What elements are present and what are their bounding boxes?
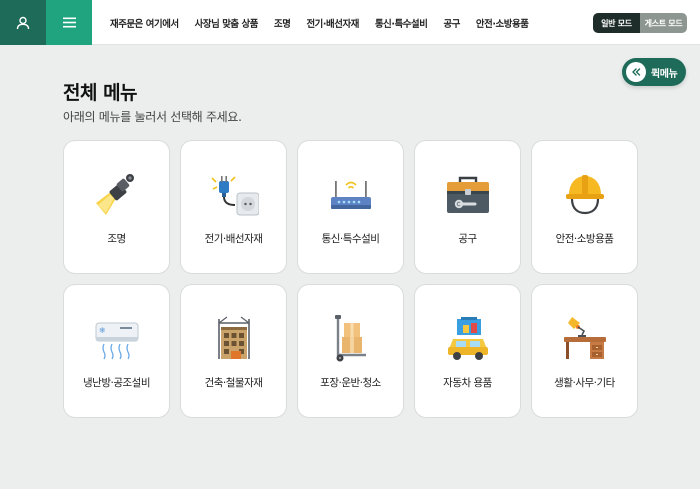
category-nav: 재주문은 여기에서 사장님 맞춤 상품 조명 전기·배선자재 통신·특수설비 공… [102,0,536,45]
desk-lamp-icon [564,317,606,359]
quick-menu-label: 퀵메뉴 [651,68,678,80]
toolbox-icon [447,176,489,213]
category-label: 조명 [107,233,126,245]
page-title: 전체 메뉴 [63,82,138,104]
chevron-double-left-icon [632,68,641,76]
svg-text:❄: ❄ [99,326,106,335]
category-label: 공구 [458,233,477,245]
quick-menu-icon-circle [626,62,646,82]
quick-menu-button[interactable]: 퀵메뉴 [622,58,686,86]
nav-item-tools[interactable]: 공구 [443,16,460,30]
category-card-electrical[interactable]: 전기·배선자재 [180,140,287,274]
category-card-office[interactable]: 생활·사무·기타 [531,284,638,418]
category-card-lighting[interactable]: 조명 [63,140,170,274]
category-label: 생활·사무·기타 [554,377,615,389]
nav-item-recommended[interactable]: 사장님 맞춤 상품 [195,16,259,30]
spotlight-icon [96,174,134,215]
category-label: 통신·특수설비 [321,233,380,245]
category-card-construction[interactable]: 건축·철물자재 [180,284,287,418]
category-card-telecom[interactable]: 통신·특수설비 [297,140,404,274]
nav-item-reorder[interactable]: 재주문은 여기에서 [110,16,179,30]
user-icon [16,16,30,29]
category-card-automotive[interactable]: 자동차 용품 [414,284,521,418]
user-button[interactable] [0,0,46,45]
air-conditioner-icon: ❄ [95,322,139,360]
nav-item-safety[interactable]: 안전·소방용품 [476,16,529,30]
normal-mode-button[interactable]: 일반 모드 [593,13,640,33]
category-card-packing[interactable]: 포장·운반·청소 [297,284,404,418]
category-card-safety[interactable]: 안전·소방용품 [531,140,638,274]
category-label: 전기·배선자재 [204,233,263,245]
category-label: 건축·철물자재 [204,377,263,389]
plug-outlet-icon [211,176,259,216]
category-label: 자동차 용품 [443,377,492,389]
hardhat-icon [566,175,604,215]
category-label: 냉난방·공조설비 [83,377,150,389]
mode-toggle: 일반 모드 게스트 모드 [593,13,687,33]
category-grid: 조명 전기·배선자재 통신·특수설비 공구 안전·소방용품 ❄ 냉난방·공조설비… [63,140,638,418]
car-icon [448,317,488,360]
category-label: 안전·소방용품 [555,233,614,245]
nav-item-lighting[interactable]: 조명 [274,16,291,30]
router-icon [331,181,371,209]
guest-mode-button[interactable]: 게스트 모드 [640,13,687,33]
hamburger-menu-button[interactable] [46,0,92,45]
page-subtitle: 아래의 메뉴를 눌러서 선택해 주세요. [63,110,242,124]
nav-item-telecom[interactable]: 통신·특수설비 [375,16,428,30]
building-construction-icon [218,316,250,359]
top-navigation-bar: 재주문은 여기에서 사장님 맞춤 상품 조명 전기·배선자재 통신·특수설비 공… [0,0,700,45]
category-label: 포장·운반·청소 [320,377,381,389]
hand-truck-icon [335,315,366,362]
category-card-tools[interactable]: 공구 [414,140,521,274]
hamburger-icon [62,17,76,28]
category-card-hvac[interactable]: ❄ 냉난방·공조설비 [63,284,170,418]
nav-item-electrical[interactable]: 전기·배선자재 [306,16,359,30]
